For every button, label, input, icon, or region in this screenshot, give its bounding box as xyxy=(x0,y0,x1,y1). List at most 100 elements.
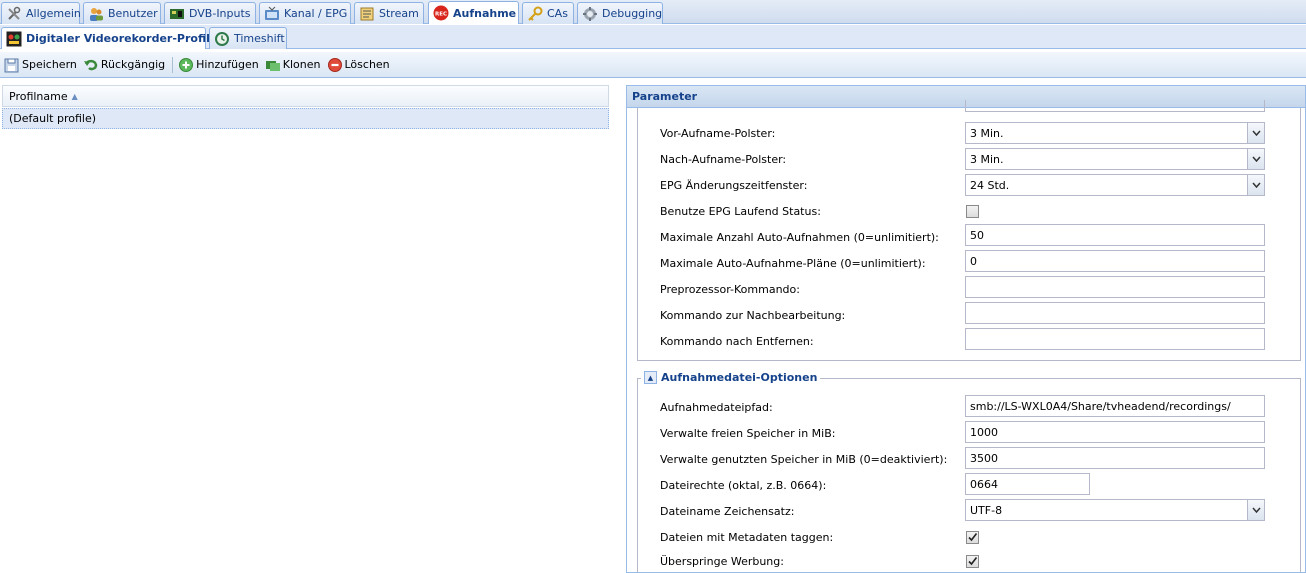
select-value: 3 Min. xyxy=(970,126,1004,140)
delete-button[interactable]: Löschen xyxy=(325,54,394,76)
table-row[interactable]: (Default profile) xyxy=(2,108,609,129)
fieldset-general: Vor-Aufname-Polster: 3 Min. Nach-Aufname… xyxy=(637,100,1301,361)
card-icon xyxy=(169,6,185,22)
free-space-input[interactable]: 1000 xyxy=(965,421,1265,443)
field-label: Maximale Anzahl Auto-Aufnahmen (0=unlimi… xyxy=(660,231,939,244)
tv-icon xyxy=(264,6,280,22)
chevron-down-icon[interactable] xyxy=(1247,123,1264,143)
field-label: Kommando nach Entfernen: xyxy=(660,335,814,348)
field-label: Überspringe Werbung: xyxy=(660,555,784,568)
post-padding-select[interactable]: 3 Min. xyxy=(965,148,1265,170)
rec-icon: REC xyxy=(433,5,449,21)
tab-label: Digitaler Videorekorder-Profile xyxy=(26,32,218,45)
profile-grid: Profilname ▲ (Default profile) xyxy=(0,79,612,573)
stream-icon xyxy=(359,6,375,22)
field-label: Preprozessor-Kommando: xyxy=(660,283,800,296)
tab-label: Benutzer xyxy=(108,7,158,20)
column-header-label: Profilname xyxy=(9,89,68,103)
timeshift-icon xyxy=(214,31,230,47)
undo-button[interactable]: Rückgängig xyxy=(81,54,169,76)
parameter-panel: Parameter Vor-Aufname-Polster: 3 Min. Na… xyxy=(626,85,1306,573)
partially-scrolled-input[interactable] xyxy=(965,100,1265,112)
tab-aufnahme[interactable]: REC Aufnahme xyxy=(428,1,519,24)
chevron-down-icon[interactable] xyxy=(1247,149,1264,169)
bug-icon xyxy=(582,6,598,22)
wrench-icon xyxy=(6,6,22,22)
file-permissions-input[interactable]: 0664 xyxy=(965,473,1090,495)
section-title: Aufnahmedatei-Optionen xyxy=(661,371,818,384)
tab-label: Allgemein xyxy=(26,7,81,20)
max-autorec-plans-input[interactable]: 0 xyxy=(965,250,1265,272)
undo-icon xyxy=(83,57,99,73)
field-label: Verwalte freien Speicher in MiB: xyxy=(660,427,836,440)
checkmark-icon xyxy=(968,557,978,566)
clone-button[interactable]: Klonen xyxy=(263,54,325,76)
delete-icon xyxy=(327,57,343,73)
sort-ascending-icon: ▲ xyxy=(71,91,78,101)
field-label: EPG Änderungszeitfenster: xyxy=(660,179,808,192)
epg-window-select[interactable]: 24 Std. xyxy=(965,174,1265,196)
tab-cas[interactable]: CAs xyxy=(522,2,574,24)
field-label: Dateien mit Metadaten taggen: xyxy=(660,531,834,544)
tab-debugging[interactable]: Debugging xyxy=(577,2,663,24)
field-label: Verwalte genutzten Speicher in MiB (0=de… xyxy=(660,453,948,466)
sub-tab-bar: Digitaler Videorekorder-Profile Timeshif… xyxy=(0,25,1306,49)
select-value: UTF-8 xyxy=(970,503,1003,517)
tab-benutzer[interactable]: Benutzer xyxy=(83,2,161,24)
field-label: Kommando zur Nachbearbeitung: xyxy=(660,309,846,322)
delete-label: Löschen xyxy=(344,58,390,71)
chevron-down-icon[interactable] xyxy=(1247,175,1264,195)
svg-text:REC: REC xyxy=(435,12,447,18)
collapse-arrow-icon[interactable]: ▲ xyxy=(644,371,657,384)
skip-commercials-checkbox[interactable] xyxy=(966,555,979,568)
postprocessor-command-input[interactable] xyxy=(965,302,1265,324)
preprocessor-command-input[interactable] xyxy=(965,276,1265,298)
clone-icon xyxy=(265,57,281,73)
checkmark-icon xyxy=(968,533,978,542)
clone-label: Klonen xyxy=(282,58,321,71)
column-header-profilname[interactable]: Profilname ▲ xyxy=(2,85,609,107)
used-space-input[interactable]: 3500 xyxy=(965,447,1265,469)
tab-label: Timeshift xyxy=(234,32,285,45)
epg-running-checkbox[interactable] xyxy=(966,205,979,218)
tab-label: Kanal / EPG xyxy=(284,7,348,20)
users-icon xyxy=(88,6,104,22)
tab-label: DVB-Inputs xyxy=(189,7,251,20)
key-icon xyxy=(527,6,543,22)
filename-charset-select[interactable]: UTF-8 xyxy=(965,499,1265,521)
select-value: 24 Std. xyxy=(970,178,1010,192)
fieldset-legend[interactable]: ▲ Aufnahmedatei-Optionen xyxy=(641,371,821,384)
recording-path-input[interactable]: smb://LS-WXL0A4/Share/tvheadend/recordin… xyxy=(965,395,1265,417)
tab-kanal-epg[interactable]: Kanal / EPG xyxy=(259,2,351,24)
tab-timeshift[interactable]: Timeshift xyxy=(209,27,287,49)
tab-label: Stream xyxy=(379,7,419,20)
field-label: Dateiname Zeichensatz: xyxy=(660,505,795,518)
field-label: Benutze EPG Laufend Status: xyxy=(660,205,821,218)
max-autorec-input[interactable]: 50 xyxy=(965,224,1265,246)
tab-dvr-profiles[interactable]: Digitaler Videorekorder-Profile xyxy=(1,27,217,49)
toolbar: Speichern Rückgängig Hinzufügen Klonen L… xyxy=(0,52,1306,78)
tag-metadata-checkbox[interactable] xyxy=(966,531,979,544)
tab-label: CAs xyxy=(547,7,568,20)
save-label: Speichern xyxy=(22,58,77,71)
field-label: Vor-Aufname-Polster: xyxy=(660,127,776,140)
field-label: Nach-Aufname-Polster: xyxy=(660,153,787,166)
pre-padding-select[interactable]: 3 Min. xyxy=(965,122,1265,144)
tab-stream[interactable]: Stream xyxy=(354,2,424,24)
post-remove-command-input[interactable] xyxy=(965,328,1265,350)
main-tab-bar: Allgemein Benutzer DVB-Inputs Kanal / EP… xyxy=(0,0,1306,24)
undo-label: Rückgängig xyxy=(100,58,166,71)
add-button[interactable]: Hinzufügen xyxy=(176,54,263,76)
field-label: Maximale Auto-Aufnahme-Pläne (0=unlimiti… xyxy=(660,257,926,270)
save-icon xyxy=(4,57,20,73)
tab-allgemein[interactable]: Allgemein xyxy=(1,2,81,24)
save-button[interactable]: Speichern xyxy=(2,54,81,76)
field-label: Dateirechte (oktal, z.B. 0664): xyxy=(660,479,827,492)
dvr-icon xyxy=(6,31,22,47)
chevron-down-icon[interactable] xyxy=(1247,500,1264,520)
fieldset-recording-file-options: Aufnahmedateipfad: smb://LS-WXL0A4/Share… xyxy=(637,378,1301,572)
row-cell: (Default profile) xyxy=(9,112,97,125)
tab-dvb-inputs[interactable]: DVB-Inputs xyxy=(164,2,256,24)
select-value: 3 Min. xyxy=(970,152,1004,166)
add-label: Hinzufügen xyxy=(196,58,259,71)
